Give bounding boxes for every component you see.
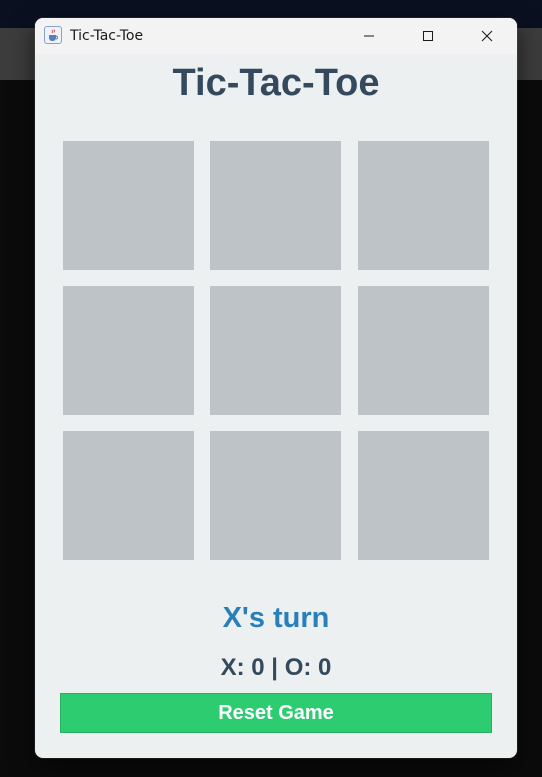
- board-cell-9[interactable]: [358, 431, 489, 560]
- board-cell-1[interactable]: [63, 141, 194, 270]
- game-board: [35, 18, 517, 618]
- reset-game-button[interactable]: Reset Game: [60, 693, 492, 733]
- board-cell-8[interactable]: [210, 431, 341, 560]
- board-cell-6[interactable]: [358, 286, 489, 415]
- board-cell-2[interactable]: [210, 141, 341, 270]
- board-cell-4[interactable]: [63, 286, 194, 415]
- board-cell-3[interactable]: [358, 141, 489, 270]
- board-cell-7[interactable]: [63, 431, 194, 560]
- app-window: Tic-Tac-Toe Tic-Tac-Toe X's turn X: 0 | …: [35, 18, 517, 758]
- score-display: X: 0 | O: 0: [220, 654, 332, 681]
- board-cell-5[interactable]: [210, 286, 341, 415]
- turn-status: X's turn: [222, 602, 330, 634]
